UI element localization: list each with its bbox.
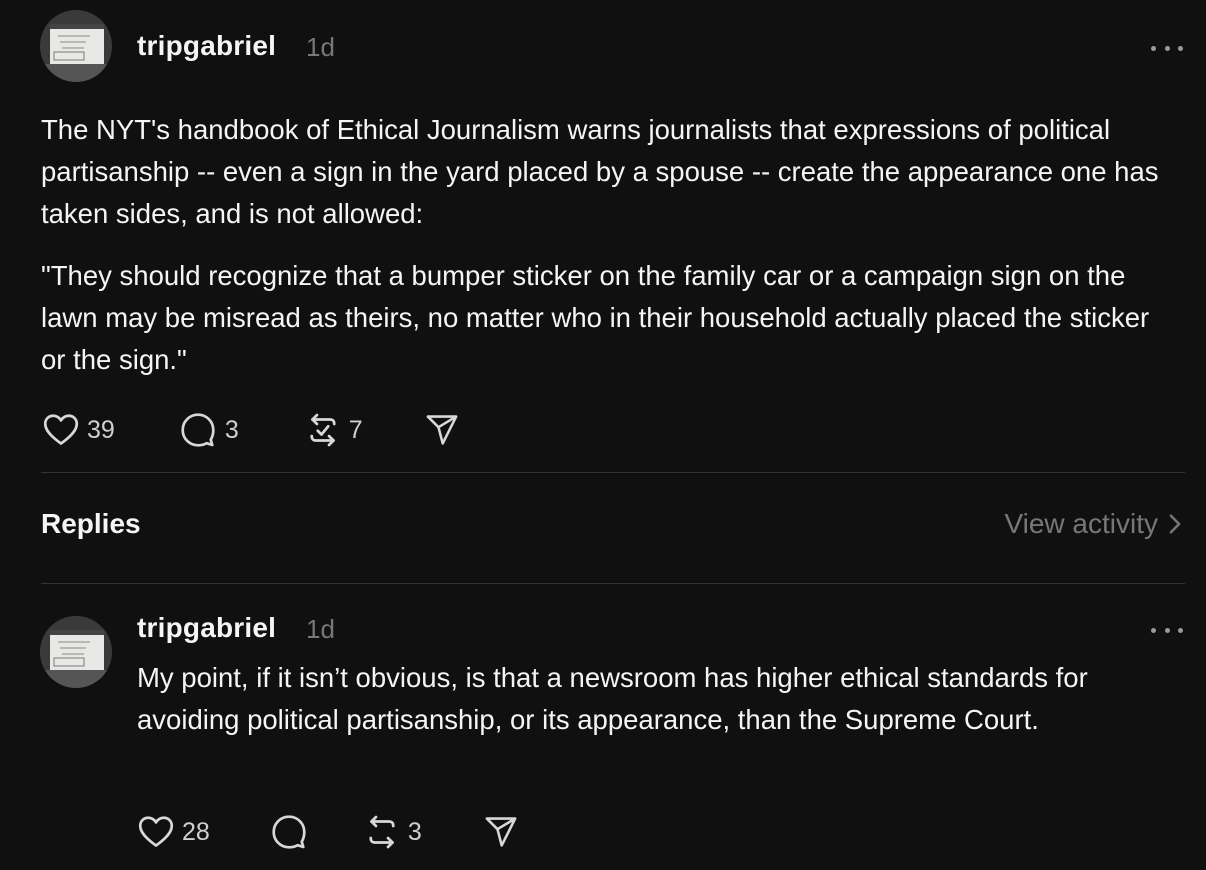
- reply-share-button[interactable]: [484, 815, 518, 849]
- divider-replies: [41, 583, 1185, 584]
- reply-like-count: 28: [182, 817, 210, 846]
- reply-text: My point, if it isn’t obvious, is that a…: [137, 662, 1088, 735]
- reply-actions: 28 3: [138, 812, 518, 852]
- reply-username[interactable]: tripgabriel: [137, 612, 276, 644]
- post-paragraph-2: "They should recognize that a bumper sti…: [41, 260, 1150, 375]
- post-timestamp: 1d: [306, 32, 335, 62]
- share-button[interactable]: [425, 413, 459, 447]
- reply-repost-button[interactable]: 3: [364, 814, 422, 850]
- like-button[interactable]: 39: [43, 413, 115, 447]
- post-username[interactable]: tripgabriel: [137, 30, 276, 62]
- thread-page: tripgabriel 1d The NYT's handbook of Eth…: [0, 0, 1206, 870]
- repost-icon: [369, 815, 395, 849]
- send-icon: [426, 415, 458, 445]
- reply-comment-button[interactable]: [270, 814, 308, 850]
- comment-bubble-icon: [272, 815, 306, 849]
- view-activity-link[interactable]: View activity: [1004, 508, 1182, 540]
- post-author-avatar[interactable]: [40, 10, 112, 82]
- comment-bubble-icon: [181, 413, 215, 447]
- comment-count: 3: [224, 415, 239, 444]
- heart-icon: [43, 414, 79, 445]
- send-icon: [485, 817, 517, 847]
- reply-timestamp: 1d: [306, 614, 335, 644]
- repost-button[interactable]: 7: [305, 412, 363, 448]
- post-actions: 39 3 7: [43, 410, 459, 450]
- more-horizontal-icon[interactable]: [1151, 622, 1183, 638]
- replies-heading: Replies: [41, 508, 141, 539]
- comment-button[interactable]: 3: [179, 412, 239, 448]
- chevron-right-icon: [1169, 514, 1181, 534]
- reply-like-button[interactable]: 28: [138, 815, 210, 849]
- heart-icon: [138, 816, 174, 847]
- view-activity-label: View activity: [1004, 508, 1158, 539]
- more-horizontal-icon[interactable]: [1151, 40, 1183, 56]
- like-count: 39: [87, 415, 115, 444]
- divider-post: [41, 472, 1185, 473]
- repost-icon: [310, 413, 336, 447]
- reply-author-avatar[interactable]: [40, 616, 112, 688]
- reply-repost-count: 3: [407, 817, 422, 846]
- repost-count: 7: [348, 415, 363, 444]
- post-paragraph-1: The NYT's handbook of Ethical Journalism…: [41, 114, 1159, 229]
